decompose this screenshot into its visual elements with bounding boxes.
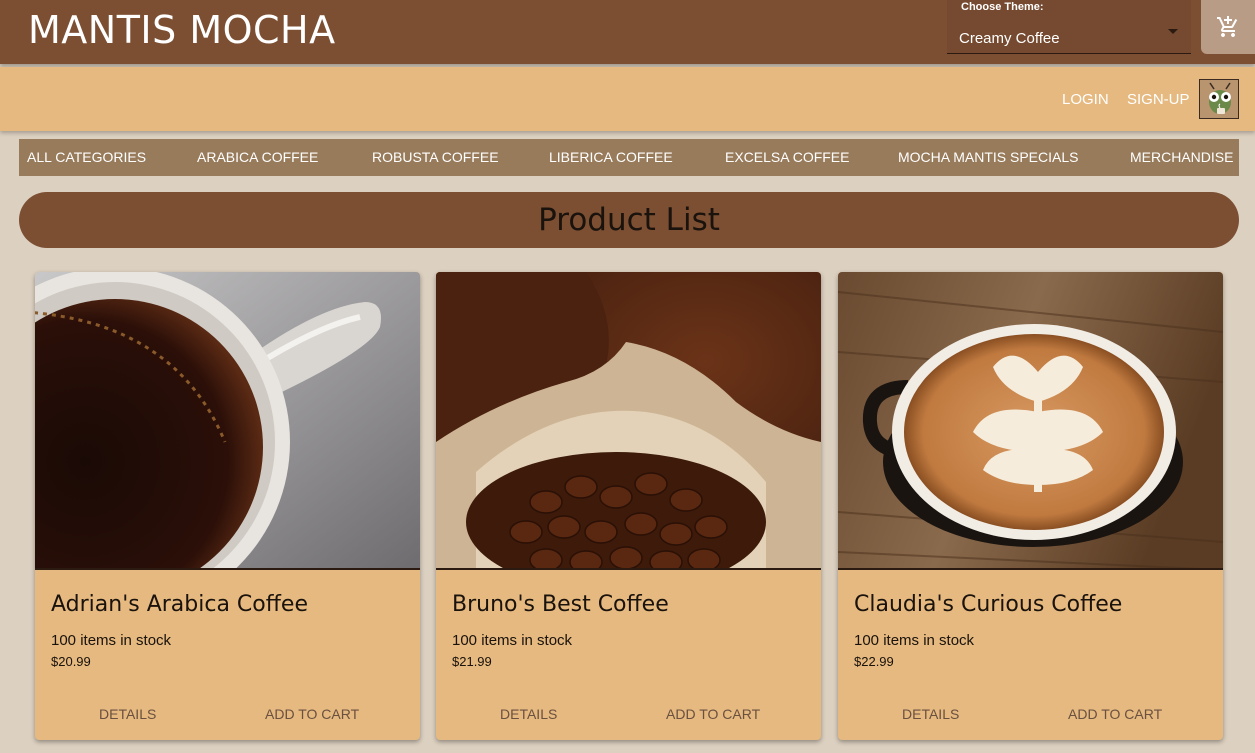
account-bar: LOGIN SIGN-UP [0, 67, 1255, 131]
theme-select-value: Creamy Coffee [959, 30, 1060, 47]
product-card: Claudia's Curious Coffee 100 items in st… [838, 272, 1223, 740]
top-header: MANTIS MOCHA Choose Theme: Creamy Coffee [0, 0, 1255, 64]
chevron-down-icon [1168, 29, 1178, 34]
product-image[interactable] [35, 272, 420, 570]
product-stock: 100 items in stock [452, 632, 573, 649]
category-excelsa[interactable]: EXCELSA COFFEE [725, 149, 849, 165]
page-title-bar: Product List [19, 192, 1239, 248]
product-price: $20.99 [51, 654, 91, 669]
product-price: $22.99 [854, 654, 894, 669]
category-robusta[interactable]: ROBUSTA COFFEE [372, 149, 499, 165]
brand-title[interactable]: MANTIS MOCHA [28, 8, 336, 52]
product-stock: 100 items in stock [51, 632, 172, 649]
cart-button[interactable] [1201, 0, 1255, 54]
details-button[interactable]: DETAILS [902, 706, 959, 722]
product-stock: 100 items in stock [854, 632, 975, 649]
details-button[interactable]: DETAILS [99, 706, 156, 722]
details-button[interactable]: DETAILS [500, 706, 557, 722]
category-all[interactable]: ALL CATEGORIES [27, 149, 146, 165]
category-arabica[interactable]: ARABICA COFFEE [197, 149, 318, 165]
add-to-cart-button[interactable]: ADD TO CART [265, 706, 359, 722]
category-liberica[interactable]: LIBERICA COFFEE [549, 149, 673, 165]
product-name: Bruno's Best Coffee [452, 592, 669, 617]
page-title: Product List [538, 202, 720, 238]
signup-link[interactable]: SIGN-UP [1127, 91, 1190, 108]
product-card: Bruno's Best Coffee 100 items in stock $… [436, 272, 821, 740]
product-name: Claudia's Curious Coffee [854, 592, 1123, 617]
theme-select-label: Choose Theme: [961, 1, 1044, 13]
avatar[interactable] [1199, 79, 1239, 119]
product-image[interactable] [436, 272, 821, 570]
product-name: Adrian's Arabica Coffee [51, 592, 308, 617]
add-to-cart-button[interactable]: ADD TO CART [666, 706, 760, 722]
theme-select[interactable]: Choose Theme: Creamy Coffee [947, 0, 1191, 54]
product-card: Adrian's Arabica Coffee 100 items in sto… [35, 272, 420, 740]
product-image[interactable] [838, 272, 1223, 570]
category-mocha-mantis-specials[interactable]: MOCHA MANTIS SPECIALS [898, 149, 1078, 165]
login-link[interactable]: LOGIN [1062, 91, 1109, 108]
add-shopping-cart-icon [1216, 15, 1240, 39]
category-nav: ALL CATEGORIES ARABICA COFFEE ROBUSTA CO… [19, 139, 1239, 176]
category-merchandise[interactable]: MERCHANDISE [1130, 149, 1233, 165]
add-to-cart-button[interactable]: ADD TO CART [1068, 706, 1162, 722]
product-price: $21.99 [452, 654, 492, 669]
mantis-avatar-icon [1200, 80, 1238, 118]
